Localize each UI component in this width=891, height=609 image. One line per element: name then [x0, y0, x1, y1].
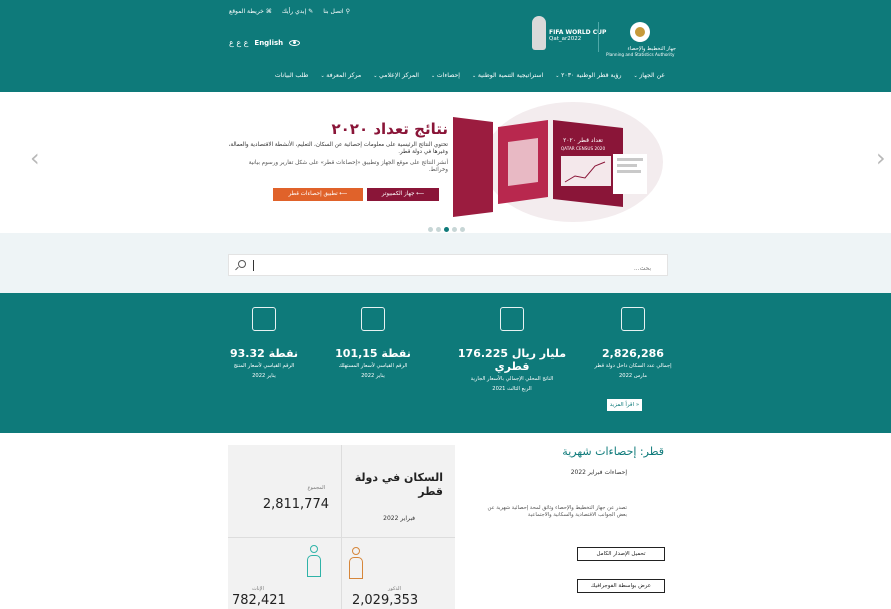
- pc-button[interactable]: ⟵ جهاز الكمبيوتر: [367, 188, 439, 201]
- stat-label: الرقم القياسي لأسعار المنتج: [233, 363, 295, 369]
- carousel-dot-active[interactable]: [444, 227, 449, 232]
- nav-knowledge[interactable]: مركز المعرفة: [320, 72, 361, 79]
- nav-strategy[interactable]: استراتيجية التنمية الوطنية: [472, 72, 543, 79]
- top-links: ⚲ اتصل بنا ✎ إبدي رأيك ⌘ خريطة الموقع: [229, 8, 350, 15]
- font-size-controls[interactable]: ع ع ع: [229, 38, 248, 47]
- carousel-dot[interactable]: [452, 227, 457, 232]
- pc-button-label: جهاز الكمبيوتر: [381, 191, 415, 197]
- psa-logo[interactable]: جهاز التخطيط والإحصاء Planning and Stati…: [606, 18, 676, 66]
- feedback-link[interactable]: ✎ إبدي رأيك: [282, 8, 313, 15]
- stat-gdp: 176.225 مليار ريال قطري الناتج المحلي ال…: [452, 307, 572, 392]
- contact-label: اتصل بنا: [323, 8, 344, 15]
- total-label: المجموع: [307, 485, 326, 491]
- stat-value: 101,15 نقطة: [335, 347, 411, 360]
- card-date: فبراير 2022: [383, 515, 415, 522]
- growth-chart-icon: [500, 307, 524, 331]
- fifa-line2: Qat_ar2022: [549, 36, 582, 42]
- monthly-subtitle: إحصاءات فبراير 2022: [570, 469, 627, 476]
- page: ⚲ اتصل بنا ✎ إبدي رأيك ⌘ خريطة الموقع ع ع ع…: [0, 0, 891, 609]
- population-card: السكان في دولة قطر فبراير 2022 المجموع 2…: [228, 445, 455, 609]
- search-box: [228, 254, 668, 279]
- nav-about[interactable]: عن الجهاز: [634, 72, 665, 79]
- infographic-button[interactable]: عرض بواسطة الفوجرافيك: [577, 579, 665, 593]
- carousel-prev-icon[interactable]: ‹: [30, 144, 40, 172]
- female-value: 782,421: [232, 593, 286, 608]
- site-header: ⚲ اتصل بنا ✎ إبدي رأيك ⌘ خريطة الموقع ع ع ع…: [0, 0, 891, 92]
- shopping-cart-icon: [361, 307, 385, 331]
- male-label: الذكور: [388, 586, 401, 592]
- card-title: السكان في دولة قطر: [354, 471, 443, 498]
- nav-statistics[interactable]: إحصاءات: [431, 72, 460, 79]
- text-caret: [253, 260, 254, 271]
- logo-divider: [598, 22, 599, 52]
- sitemap-icon: ⌘: [265, 8, 272, 15]
- stat-date: يناير 2022: [361, 372, 385, 379]
- app-button[interactable]: ⟵ تطبيق إحصاءات قطر: [273, 188, 363, 201]
- hero-description: تحتوي النتائج الرئيسية على معلومات إحصائ…: [228, 142, 448, 155]
- contact-link[interactable]: ⚲ اتصل بنا: [323, 8, 350, 15]
- read-more-label: اقرأ المزيد: [609, 402, 635, 408]
- read-more-button[interactable]: « اقرأ المزيد: [607, 399, 642, 411]
- census-illustration: تعداد قطر ٢٠٢٠ QATAR CENSUS 2020: [453, 102, 663, 222]
- feedback-label: إبدي رأيك: [281, 8, 307, 15]
- stat-label: الناتج المحلي الإجمالي بالأسعار الجارية: [470, 376, 554, 382]
- monthly-title: قطر: إحصاءات شهرية: [562, 445, 664, 458]
- sitemap-link[interactable]: ⌘ خريطة الموقع: [229, 8, 272, 15]
- monthly-description: تصدر عن جهاز التخطيط والإحصاء وثائق لمحة…: [487, 505, 627, 518]
- emblem-icon: [630, 22, 650, 42]
- psa-name-en: Planning and Statistics Authority: [606, 52, 675, 57]
- male-icon: [348, 547, 364, 583]
- card-divider: [228, 537, 455, 538]
- search-band: [0, 233, 891, 293]
- female-label: الإناث: [252, 586, 264, 592]
- accessibility-row: ع ع ع English: [229, 38, 301, 47]
- stat-cpi: 101,15 نقطة الرقم القياسي لأسعار المستهل…: [323, 307, 423, 379]
- fifa-text: FIFA WORLD CUP Qat_ar2022: [549, 30, 609, 43]
- stat-value: 176.225 مليار ريال قطري: [457, 347, 567, 373]
- hero-description-2: أنشر النتائج على موقع الجهاز وتطبيق «إحص…: [248, 160, 448, 173]
- stat-date: الربع الثالث 2021: [492, 385, 532, 392]
- total-value: 2,811,774: [262, 497, 329, 512]
- carousel-dot[interactable]: [460, 227, 465, 232]
- stat-label: الرقم القياسي لأسعار المستهلك: [338, 363, 408, 369]
- nav-media[interactable]: المركز الإعلامي: [373, 72, 419, 79]
- location-icon: ⚲: [345, 8, 351, 15]
- carousel-dot[interactable]: [428, 227, 433, 232]
- double-chevron-icon: «: [635, 402, 640, 408]
- hero-carousel: ‹ › تعداد قطر ٢٠٢٠ QATAR CENSUS 2020 نتا…: [0, 92, 891, 233]
- carousel-dot[interactable]: [436, 227, 441, 232]
- stat-value: 2,826,286: [602, 347, 664, 360]
- magnifier-chart-icon: [252, 307, 276, 331]
- key-stats: 2,826,286 إجمالي عدد السكان داخل دولة قط…: [0, 293, 891, 433]
- card-divider: [341, 445, 342, 609]
- language-switch[interactable]: English: [254, 39, 283, 47]
- download-button[interactable]: تحميل الإصدار الكامل: [577, 547, 665, 561]
- carousel-next-icon[interactable]: ›: [876, 144, 886, 172]
- banner-ar: تعداد قطر ٢٠٢٠: [563, 137, 603, 144]
- sitemap-label: خريطة الموقع: [229, 8, 264, 15]
- stat-label: إجمالي عدد السكان داخل دولة قطر: [594, 363, 672, 369]
- feedback-icon: ✎: [308, 8, 314, 15]
- monthly-stats-section: السكان في دولة قطر فبراير 2022 المجموع 2…: [0, 433, 891, 609]
- banner-en: QATAR CENSUS 2020: [561, 146, 606, 151]
- stat-population: 2,826,286 إجمالي عدد السكان داخل دولة قط…: [583, 307, 683, 379]
- hero-title: نتائج تعداد ٢٠٢٠: [331, 120, 448, 138]
- carousel-dots: [428, 227, 465, 232]
- stat-date: مارس 2022: [618, 372, 648, 379]
- search-input[interactable]: [257, 258, 657, 279]
- stat-value: 93.32 نقطة: [229, 347, 299, 360]
- nav-data-request[interactable]: طلب البيانات: [275, 72, 309, 79]
- main-nav: عن الجهاز رؤية قطر الوطنية ٢٠٣٠ استراتيج…: [275, 72, 665, 79]
- nav-vision[interactable]: رؤية قطر الوطنية ٢٠٣٠: [555, 72, 621, 79]
- female-icon: [306, 545, 322, 581]
- stat-ppi: 93.32 نقطة الرقم القياسي لأسعار المنتج ي…: [214, 307, 314, 379]
- eye-icon[interactable]: [289, 39, 301, 46]
- people-icon: [621, 307, 645, 331]
- app-button-label: تطبيق إحصاءات قطر: [288, 191, 338, 197]
- male-value: 2,029,353: [352, 593, 419, 608]
- trophy-icon: [532, 16, 546, 50]
- search-icon[interactable]: [238, 260, 246, 268]
- stat-date: يناير 2022: [252, 372, 276, 379]
